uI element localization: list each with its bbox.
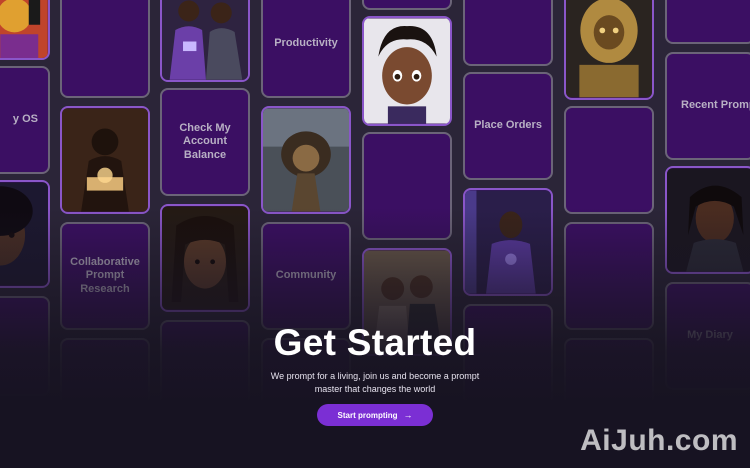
hero-title: Get Started [273, 322, 477, 363]
tile-empty[interactable] [362, 0, 452, 10]
tile-collab-research-label: Collaborative Prompt Research [70, 256, 140, 295]
tile-place-orders[interactable]: Place Orders [463, 72, 553, 180]
tile-warrior-portrait[interactable] [463, 188, 553, 296]
tile-lion[interactable] [261, 106, 351, 214]
tile-empty[interactable] [564, 106, 654, 214]
tile-productivity-label: Productivity [274, 37, 338, 50]
boy-3d-image [364, 18, 450, 124]
tile-check-balance[interactable]: Check My Account Balance [160, 88, 250, 196]
lion-image [263, 108, 349, 212]
armor-portrait-image [566, 0, 652, 98]
tile-art-portrait[interactable] [0, 0, 50, 60]
tile-my-os[interactable]: y OS [0, 66, 50, 174]
tile-empty[interactable] [463, 0, 553, 66]
start-prompting-label: Start prompting [337, 410, 398, 420]
tile-empty[interactable] [564, 222, 654, 330]
arrow-right-icon: → [403, 410, 413, 420]
tile-woman-portrait[interactable] [665, 166, 750, 274]
tile-my-os-label: y OS [12, 113, 38, 126]
tile-girl-portrait[interactable] [0, 180, 50, 288]
tile-empty[interactable] [362, 132, 452, 240]
hero-section: Get Started We prompt for a living, join… [0, 322, 750, 396]
tile-empty[interactable] [665, 0, 750, 44]
reader-portrait-image [62, 108, 148, 212]
tile-cyber-couple[interactable] [160, 0, 250, 82]
tile-place-orders-label: Place Orders [474, 119, 542, 132]
woman-portrait-image [667, 168, 750, 272]
tile-reader-portrait[interactable] [60, 106, 150, 214]
tile-empty[interactable] [60, 0, 150, 98]
braids-portrait-image [162, 206, 248, 310]
tile-community[interactable]: Community [261, 222, 351, 330]
cyber-couple-image [162, 0, 248, 80]
warrior-portrait-image [465, 190, 551, 294]
tile-recent-prompts[interactable]: Recent Promp [665, 52, 750, 160]
hero-subtitle: We prompt for a living, join us and beco… [270, 371, 480, 394]
watermark: AiJuh.com [580, 424, 738, 457]
tile-productivity[interactable]: Productivity [261, 0, 351, 98]
tile-armor-portrait[interactable] [564, 0, 654, 100]
tile-boy-3d[interactable] [362, 16, 452, 126]
tile-recent-prompts-label: Recent Promp [681, 99, 750, 112]
art-portrait-image [0, 0, 48, 58]
tile-mosaic: y OS Collaborative Prompt Research Check… [0, 0, 750, 468]
tile-collab-research[interactable]: Collaborative Prompt Research [60, 222, 150, 330]
tile-braids-portrait[interactable] [160, 204, 250, 312]
girl-portrait-image [0, 182, 48, 286]
start-prompting-button[interactable]: Start prompting → [317, 404, 433, 426]
tile-community-label: Community [275, 269, 337, 282]
tile-check-balance-label: Check My Account Balance [179, 122, 231, 161]
